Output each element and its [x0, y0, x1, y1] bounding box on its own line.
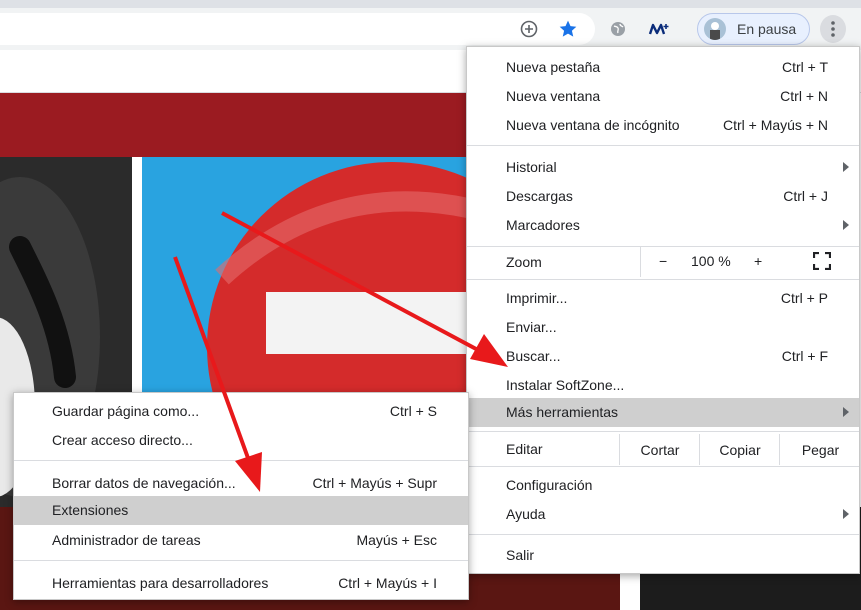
menu-item-label: Nueva ventana — [506, 88, 601, 104]
menu-item-shortcut: Ctrl + S — [389, 403, 437, 419]
menu-item-label: Instalar SoftZone... — [506, 377, 625, 393]
menu-item-shortcut: Ctrl + J — [783, 188, 828, 204]
profile-button[interactable]: En pausa — [697, 13, 810, 45]
menu-item-downloads[interactable]: Descargas Ctrl + J — [467, 182, 859, 211]
movistar-icon[interactable] — [646, 16, 672, 42]
menu-item-exit[interactable]: Salir — [467, 541, 859, 570]
zoom-controls: − 100 % + — [640, 247, 861, 277]
zoom-in-button[interactable]: + — [754, 253, 762, 269]
menu-item-print[interactable]: Imprimir... Ctrl + P — [467, 284, 859, 313]
menu-item-label: Descargas — [506, 188, 573, 204]
paste-button[interactable]: Pegar — [779, 434, 861, 465]
menu-item-label: Crear acceso directo... — [52, 432, 193, 448]
menu-item-new-tab[interactable]: Nueva pestaña Ctrl + T — [467, 53, 859, 82]
cut-button[interactable]: Cortar — [619, 434, 700, 465]
globe-icon[interactable] — [605, 16, 631, 42]
star-icon[interactable] — [555, 16, 581, 42]
submenu-arrow-icon — [843, 162, 849, 172]
menu-item-label: Nueva pestaña — [506, 59, 601, 75]
menu-item-label: Nueva ventana de incógnito — [506, 117, 680, 133]
submenu-item-create-shortcut[interactable]: Crear acceso directo... — [14, 426, 468, 455]
add-circle-icon[interactable] — [516, 16, 542, 42]
menu-item-send[interactable]: Enviar... — [467, 313, 859, 342]
submenu-item-devtools[interactable]: Herramientas para desarrolladores Ctrl +… — [14, 569, 468, 598]
submenu-item-clear-data[interactable]: Borrar datos de navegación... Ctrl + May… — [14, 469, 468, 498]
submenu-arrow-icon — [843, 220, 849, 230]
submenu-item-extensions[interactable]: Extensiones — [14, 496, 468, 525]
menu-item-label: Configuración — [506, 477, 593, 493]
menu-separator — [14, 460, 468, 461]
menu-item-install-app[interactable]: Instalar SoftZone... — [467, 371, 859, 400]
edit-label: Editar — [506, 441, 543, 457]
menu-item-more-tools[interactable]: Más herramientas — [467, 398, 859, 427]
submenu-arrow-icon — [843, 509, 849, 519]
tab-strip — [0, 0, 861, 8]
zoom-label: Zoom — [506, 254, 542, 270]
menu-item-label: Administrador de tareas — [52, 532, 201, 548]
zoom-row: Zoom − 100 % + — [467, 247, 861, 277]
submenu-arrow-icon — [843, 407, 849, 417]
menu-item-label: Buscar... — [506, 348, 561, 364]
menu-separator — [467, 279, 859, 280]
menu-separator — [14, 560, 468, 561]
menu-item-find[interactable]: Buscar... Ctrl + F — [467, 342, 859, 371]
menu-item-label: Más herramientas — [506, 404, 619, 420]
profile-status-label: En pausa — [737, 21, 797, 37]
menu-item-bookmarks[interactable]: Marcadores — [467, 211, 859, 240]
menu-item-label: Historial — [506, 159, 557, 175]
menu-item-shortcut: Ctrl + Mayús + Supr — [312, 475, 438, 491]
menu-item-settings[interactable]: Configuración — [467, 471, 859, 500]
menu-item-label: Herramientas para desarrolladores — [52, 575, 269, 591]
zoom-out-button[interactable]: − — [659, 253, 667, 269]
menu-item-label: Enviar... — [506, 319, 557, 335]
menu-item-new-window[interactable]: Nueva ventana Ctrl + N — [467, 82, 859, 111]
menu-item-label: Borrar datos de navegación... — [52, 475, 236, 491]
menu-separator — [467, 431, 859, 432]
menu-separator — [467, 534, 859, 535]
copy-button[interactable]: Copiar — [699, 434, 780, 465]
menu-item-shortcut: Ctrl + T — [781, 59, 828, 75]
avatar — [704, 18, 726, 40]
address-bar[interactable] — [0, 13, 595, 45]
menu-item-label: Guardar página como... — [52, 403, 200, 419]
menu-item-help[interactable]: Ayuda — [467, 500, 859, 529]
edit-row: Editar Cortar Copiar Pegar — [467, 434, 859, 465]
submenu-item-save-page[interactable]: Guardar página como... Ctrl + S — [14, 397, 468, 426]
menu-item-label: Ayuda — [506, 506, 546, 522]
menu-item-label: Salir — [506, 547, 535, 563]
menu-item-label: Marcadores — [506, 217, 580, 233]
kebab-menu-icon[interactable] — [820, 15, 846, 43]
menu-item-history[interactable]: Historial — [467, 153, 859, 182]
menu-item-shortcut: Ctrl + Mayús + I — [338, 575, 437, 591]
menu-item-shortcut: Ctrl + Mayús + N — [722, 117, 828, 133]
menu-separator — [467, 466, 859, 467]
fullscreen-icon[interactable] — [812, 251, 832, 273]
menu-item-label: Imprimir... — [506, 290, 568, 306]
browser-toolbar: En pausa — [0, 8, 861, 50]
zoom-level: 100 % — [691, 253, 731, 269]
menu-separator — [467, 145, 859, 146]
menu-item-label: Extensiones — [52, 502, 129, 518]
menu-item-shortcut: Ctrl + N — [780, 88, 828, 104]
menu-item-shortcut: Ctrl + F — [781, 348, 828, 364]
chrome-main-menu: Nueva pestaña Ctrl + T Nueva ventana Ctr… — [466, 46, 860, 574]
menu-item-incognito[interactable]: Nueva ventana de incógnito Ctrl + Mayús … — [467, 111, 859, 140]
menu-item-shortcut: Mayús + Esc — [356, 532, 437, 548]
menu-item-shortcut: Ctrl + P — [780, 290, 828, 306]
submenu-item-task-manager[interactable]: Administrador de tareas Mayús + Esc — [14, 526, 468, 555]
more-tools-submenu: Guardar página como... Ctrl + S Crear ac… — [13, 392, 469, 600]
